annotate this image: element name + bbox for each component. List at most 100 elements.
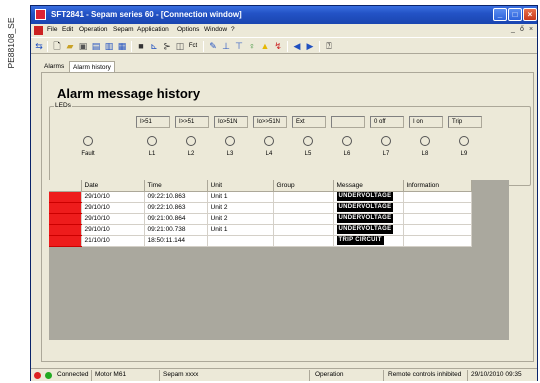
alarm-history-grid[interactable]: Date Time Unit Group Message Information… [49, 180, 509, 340]
disk-icon[interactable]: ■ [135, 40, 147, 52]
alarm-history-panel: Alarm message history LEDs I>51 I>>51 Io… [41, 72, 534, 362]
status-alarm-icon [34, 372, 41, 379]
cell-information [403, 191, 472, 203]
table-row[interactable]: 29/10/10 09:21:00.738 Unit 1 UNDERVOLTAG… [49, 224, 472, 236]
cell-date: 21/10/10 [81, 235, 145, 247]
status-datetime: 29/10/2010 09:35 [471, 371, 522, 378]
row-alarm-marker [49, 235, 82, 247]
led-label-l3: Io>51N [214, 116, 248, 128]
connect-icon[interactable]: ⇆ [33, 40, 45, 52]
menu-application[interactable]: Application [137, 26, 169, 33]
table-row[interactable]: 29/10/10 09:21:00.864 Unit 2 UNDERVOLTAG… [49, 213, 472, 225]
export-icon[interactable]: ▦ [116, 40, 128, 52]
mdi-close-button[interactable]: × [529, 26, 533, 33]
page-title: Alarm message history [57, 86, 201, 101]
cell-time: 09:21:00.864 [144, 213, 208, 225]
menu-file[interactable]: File [47, 26, 57, 33]
column-header-message[interactable]: Message [333, 180, 404, 192]
status-bar: Connected Motor M61 Sepam xxxx Operation… [31, 368, 537, 381]
cell-information [403, 202, 472, 214]
column-header-time[interactable]: Time [144, 180, 208, 192]
signal-icon[interactable]: ↯ [272, 40, 284, 52]
menu-operation[interactable]: Operation [79, 26, 108, 33]
close-button[interactable]: × [523, 8, 537, 21]
status-connection: Connected [57, 371, 89, 378]
menu-sepam[interactable]: Sepam [113, 26, 134, 33]
leds-group: LEDs I>51 I>>51 Io>51N Io>>51N Ext 0 off… [49, 102, 531, 186]
document-side-code: PE88108_SE [4, 8, 16, 88]
menu-options[interactable]: Options [177, 26, 199, 33]
led-l4-indicator [264, 136, 274, 146]
test-icon[interactable]: ⊥ [220, 40, 232, 52]
column-header-information[interactable]: Information [403, 180, 472, 192]
led-label-l7: 0 off [370, 116, 404, 128]
settings-icon[interactable]: ⊱ [161, 40, 173, 52]
cell-group [273, 235, 334, 247]
led-name-l8: L8 [421, 151, 429, 157]
led-name-l2: L2 [187, 151, 195, 157]
document-icon[interactable] [34, 26, 43, 35]
cell-unit: Unit 2 [207, 202, 274, 214]
function-icon[interactable]: Fct [187, 40, 199, 52]
menu-help[interactable]: ? [231, 26, 235, 33]
cell-message: UNDERVOLTAGE [333, 213, 404, 225]
cell-message: UNDERVOLTAGE [333, 202, 404, 214]
led-l9-indicator [459, 136, 469, 146]
cell-group [273, 224, 334, 236]
tree-icon[interactable]: ⊤ [233, 40, 245, 52]
maximize-button[interactable]: □ [508, 8, 522, 21]
led-name-l9: L9 [460, 151, 468, 157]
key-icon[interactable]: ♀ [246, 40, 258, 52]
forward-icon[interactable]: ▶ [304, 40, 316, 52]
side-code-text: PE88108_SE [6, 17, 16, 69]
print-icon[interactable]: ▤ [90, 40, 102, 52]
led-name-l7: L7 [382, 151, 390, 157]
led-l1-indicator [147, 136, 157, 146]
led-l5-indicator [303, 136, 313, 146]
menu-edit[interactable]: Edit [62, 26, 73, 33]
wrench-icon[interactable]: ✎ [207, 40, 219, 52]
table-row[interactable]: 21/10/10 18:50:11.144 TRIP CIRCUIT [49, 235, 472, 247]
table-row[interactable]: 29/10/10 09:22:10.863 Unit 1 UNDERVOLTAG… [49, 191, 472, 203]
column-header-unit[interactable]: Unit [207, 180, 274, 192]
application-window: SFT2841 - Sepam series 60 - [Connection … [30, 5, 538, 381]
cell-time: 09:22:10.863 [144, 191, 208, 203]
leds-legend: LEDs [54, 102, 72, 109]
message-badge: UNDERVOLTAGE [336, 214, 394, 223]
help-icon[interactable]: ⍰ [323, 40, 335, 52]
led-name-l1: L1 [148, 151, 156, 157]
status-connected-icon [45, 372, 52, 379]
cell-time: 18:50:11.144 [144, 235, 208, 247]
status-mode: Operation [315, 371, 344, 378]
cell-information [403, 213, 472, 225]
mdi-minimize-button[interactable]: _ [511, 26, 515, 33]
row-alarm-marker [49, 224, 82, 236]
diagram-icon[interactable]: ⊾ [148, 40, 160, 52]
table-row[interactable]: 29/10/10 09:22:10.863 Unit 2 UNDERVOLTAG… [49, 202, 472, 214]
row-alarm-marker [49, 213, 82, 225]
column-header-date[interactable]: Date [81, 180, 145, 192]
window-icon[interactable]: ◫ [174, 40, 186, 52]
cell-date: 29/10/10 [81, 202, 145, 214]
open-folder-icon[interactable]: ▰ [64, 40, 76, 52]
menu-window[interactable]: Window [204, 26, 227, 33]
warning-icon[interactable]: ▲ [259, 40, 271, 52]
app-icon [35, 9, 46, 20]
column-header-group[interactable]: Group [273, 180, 334, 192]
cell-group [273, 213, 334, 225]
title-bar[interactable]: SFT2841 - Sepam series 60 - [Connection … [31, 6, 537, 24]
led-name-l3: L3 [226, 151, 234, 157]
print-preview-icon[interactable]: ▥ [103, 40, 115, 52]
status-motor: Motor M61 [95, 371, 127, 378]
row-alarm-marker [49, 202, 82, 214]
status-sepam: Sepam xxxx [163, 371, 199, 378]
back-icon[interactable]: ◀ [291, 40, 303, 52]
minimize-button[interactable]: _ [493, 8, 507, 21]
new-file-icon[interactable]: 🗋 [51, 40, 63, 52]
led-l6-indicator [342, 136, 352, 146]
save-icon[interactable]: ▣ [77, 40, 89, 52]
status-remote-controls: Remote controls inhibited [388, 371, 462, 378]
led-label-l5: Ext [292, 116, 326, 128]
mdi-restore-button[interactable]: ő [520, 26, 524, 33]
led-label-l1: I>51 [136, 116, 170, 128]
